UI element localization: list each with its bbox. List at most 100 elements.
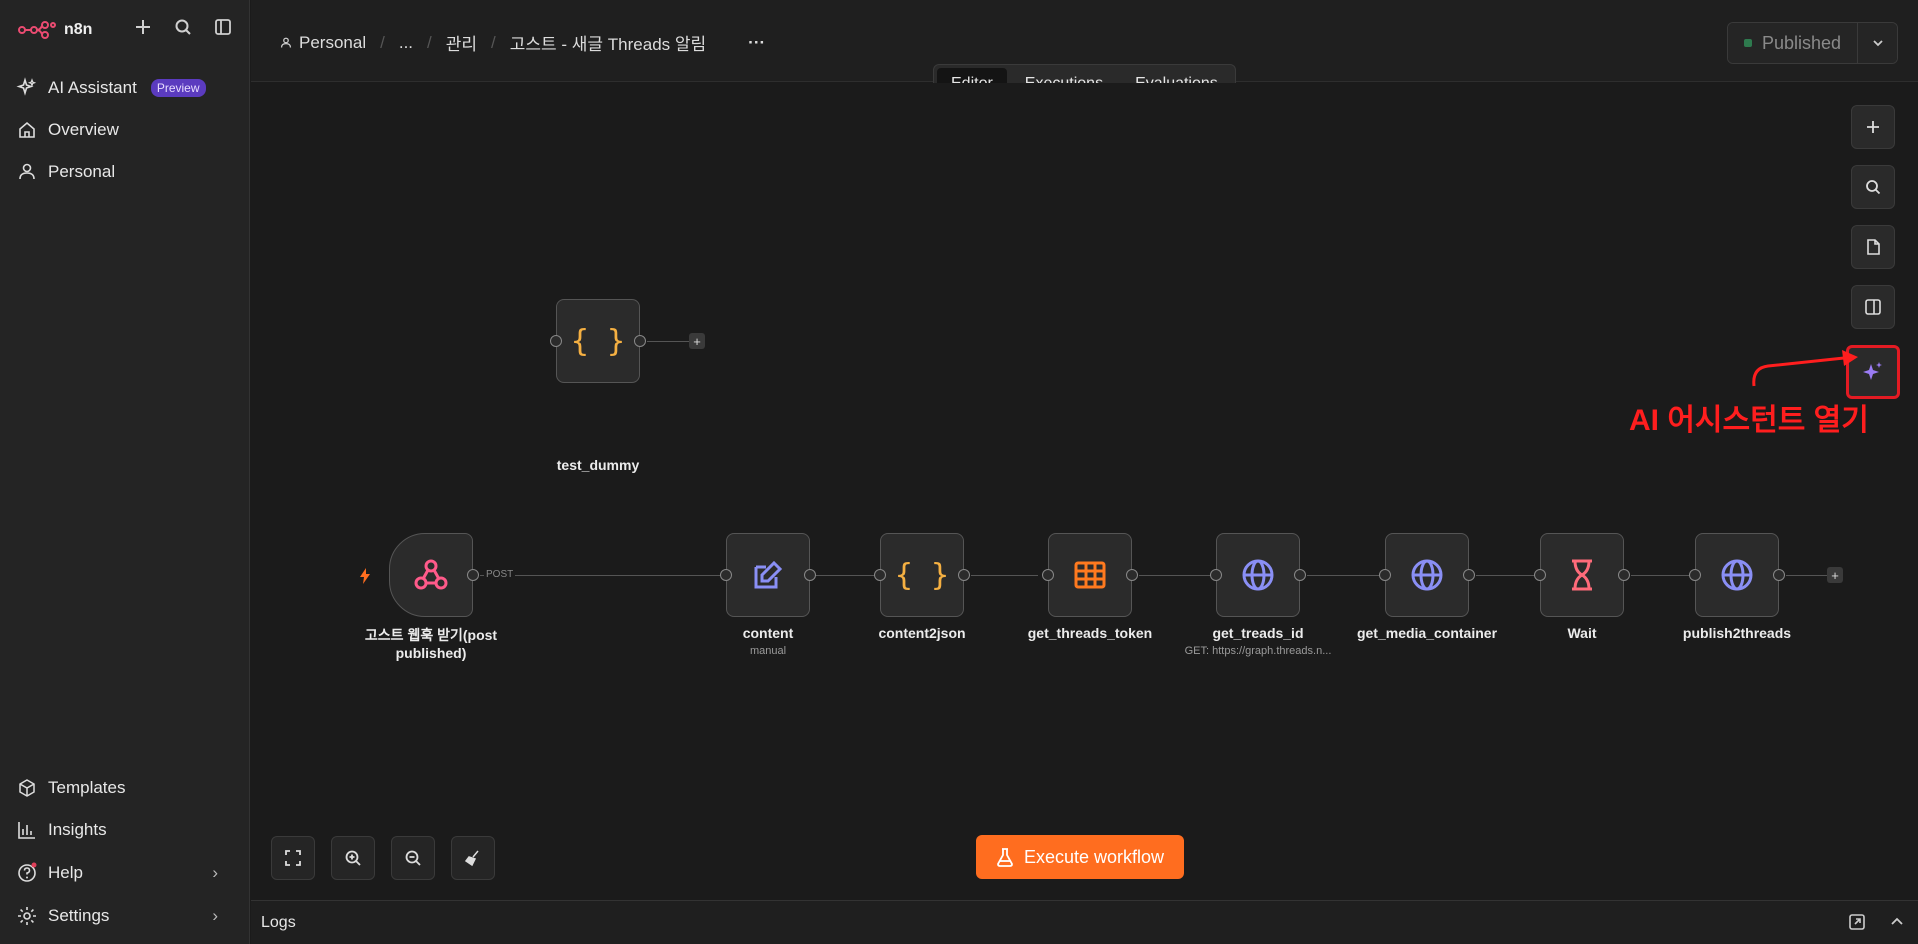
home-icon (19, 121, 35, 138)
zoom-in-icon (345, 850, 361, 866)
logo[interactable]: n8n (18, 18, 92, 42)
webhook-icon (414, 559, 448, 590)
sidebar-item-insights[interactable]: Insights (16, 816, 107, 844)
sidebar-item-label: AI Assistant (48, 78, 137, 97)
node-get-threads-token[interactable] (1042, 533, 1138, 617)
output-port[interactable] (634, 335, 646, 347)
sidebar: n8n AI Assistant Preview Overview Person… (0, 0, 250, 944)
input-port[interactable] (720, 569, 732, 581)
edge (1139, 575, 1216, 576)
logs-label: Logs (261, 914, 296, 931)
output-port[interactable] (1294, 569, 1306, 581)
pop-out-icon[interactable] (1848, 913, 1866, 931)
output-port[interactable] (958, 569, 970, 581)
input-port[interactable] (1042, 569, 1054, 581)
sidebar-item-personal[interactable]: Personal (16, 158, 115, 186)
sidebar-item-ai-assistant[interactable]: AI Assistant Preview (16, 74, 206, 102)
toggle-panel-button[interactable] (1851, 285, 1895, 329)
sidebar-item-overview[interactable]: Overview (16, 116, 119, 144)
published-button[interactable]: Published (1727, 23, 1857, 63)
app-name: n8n (64, 21, 93, 38)
status-dot (1743, 39, 1752, 47)
breadcrumb-folder[interactable]: 관리 (446, 30, 477, 55)
input-port[interactable] (1210, 569, 1222, 581)
sparkle-icon (1863, 362, 1882, 380)
input-port[interactable] (1534, 569, 1546, 581)
search-icon[interactable] (172, 16, 194, 38)
output-port[interactable] (804, 569, 816, 581)
logs-actions (1848, 913, 1906, 931)
output-port[interactable] (1463, 569, 1475, 581)
node-label: content (742, 625, 794, 641)
input-port[interactable] (1379, 569, 1391, 581)
node-wait[interactable] (1534, 533, 1630, 617)
edit-icon (754, 560, 783, 589)
workflow-canvas[interactable]: AI 어시스턴트 열기 { } + test_dummy 고스트 웹훅 받기(p… (251, 83, 1918, 899)
fit-view-button[interactable] (271, 836, 315, 880)
node-content[interactable] (720, 533, 816, 617)
annotation-label: AI 어시스턴트 열기 (1629, 404, 1869, 437)
node-get-media-container[interactable] (1379, 533, 1475, 617)
braces-icon: { } (894, 557, 950, 593)
globe-icon (1721, 559, 1753, 591)
breadcrumb-separator: / (491, 32, 496, 52)
node-label: content2json (878, 625, 966, 641)
node-content2json[interactable]: { } (874, 533, 970, 617)
sidebar-item-templates[interactable]: Templates (16, 774, 125, 802)
sidebar-item-help[interactable]: Help › (16, 859, 234, 887)
chevron-down-icon[interactable] (1857, 23, 1897, 63)
chart-icon (18, 822, 35, 839)
sidebar-toggle-icon[interactable] (212, 16, 234, 38)
add-connection-icon[interactable]: + (689, 333, 705, 349)
input-port[interactable] (550, 335, 562, 347)
chevron-up-icon[interactable] (1888, 913, 1906, 931)
output-port[interactable] (467, 569, 479, 581)
sidebar-item-label: Settings (48, 906, 110, 925)
output-port[interactable] (1773, 569, 1785, 581)
publish-control: Published (1726, 22, 1898, 64)
node-test-dummy[interactable]: { } (550, 299, 646, 383)
edge (971, 575, 1038, 576)
node-label: 고스트 웹훅 받기(post published) (364, 627, 498, 661)
add-connection-icon[interactable]: + (1827, 567, 1843, 583)
zoom-in-button[interactable] (331, 836, 375, 880)
chevron-right-icon: › (212, 863, 218, 882)
breadcrumb-label: Personal (299, 32, 367, 52)
chevron-right-icon: › (212, 906, 218, 925)
tidy-up-button[interactable] (451, 836, 495, 880)
sidebar-item-label: Templates (48, 778, 126, 797)
node-get-treads-id[interactable] (1210, 533, 1306, 617)
breadcrumb-personal[interactable]: Personal (279, 33, 366, 53)
app: n8n AI Assistant Preview Overview Person… (0, 0, 1918, 944)
node-webhook-trigger[interactable] (389, 533, 479, 617)
help-icon (18, 862, 37, 882)
search-nodes-button[interactable] (1851, 165, 1895, 209)
hourglass-icon (1572, 559, 1592, 591)
zoom-out-button[interactable] (391, 836, 435, 880)
add-icon[interactable] (132, 16, 154, 38)
add-node-button[interactable] (1851, 105, 1895, 149)
logs-panel[interactable]: Logs (251, 900, 1918, 944)
canvas-zoom-toolbar (271, 836, 495, 880)
workflow-title[interactable]: 고스트 - 새글 Threads 알림 (510, 30, 706, 55)
node-label: get_threads_token (1027, 625, 1153, 641)
input-port[interactable] (1689, 569, 1701, 581)
execute-workflow-button[interactable]: Execute workflow (976, 835, 1185, 879)
input-port[interactable] (874, 569, 886, 581)
breadcrumb-ellipsis[interactable]: ... (399, 33, 413, 53)
sidebar-item-label: Insights (48, 820, 107, 839)
output-port[interactable] (1618, 569, 1630, 581)
edge (1307, 575, 1384, 576)
node-label: test_dummy (556, 457, 640, 473)
n8n-logo-icon (18, 21, 56, 39)
node-label: get_media_container (1356, 625, 1498, 641)
edge (817, 575, 870, 576)
output-port[interactable] (1126, 569, 1138, 581)
node-publish2threads[interactable] (1689, 533, 1785, 617)
more-options-icon[interactable]: ··· (748, 33, 765, 53)
braces-icon: { } (570, 323, 626, 359)
sidebar-item-settings[interactable]: Settings › (16, 902, 234, 930)
flask-icon (997, 848, 1013, 867)
published-label: Published (1761, 32, 1841, 53)
sticky-note-button[interactable] (1851, 225, 1895, 269)
